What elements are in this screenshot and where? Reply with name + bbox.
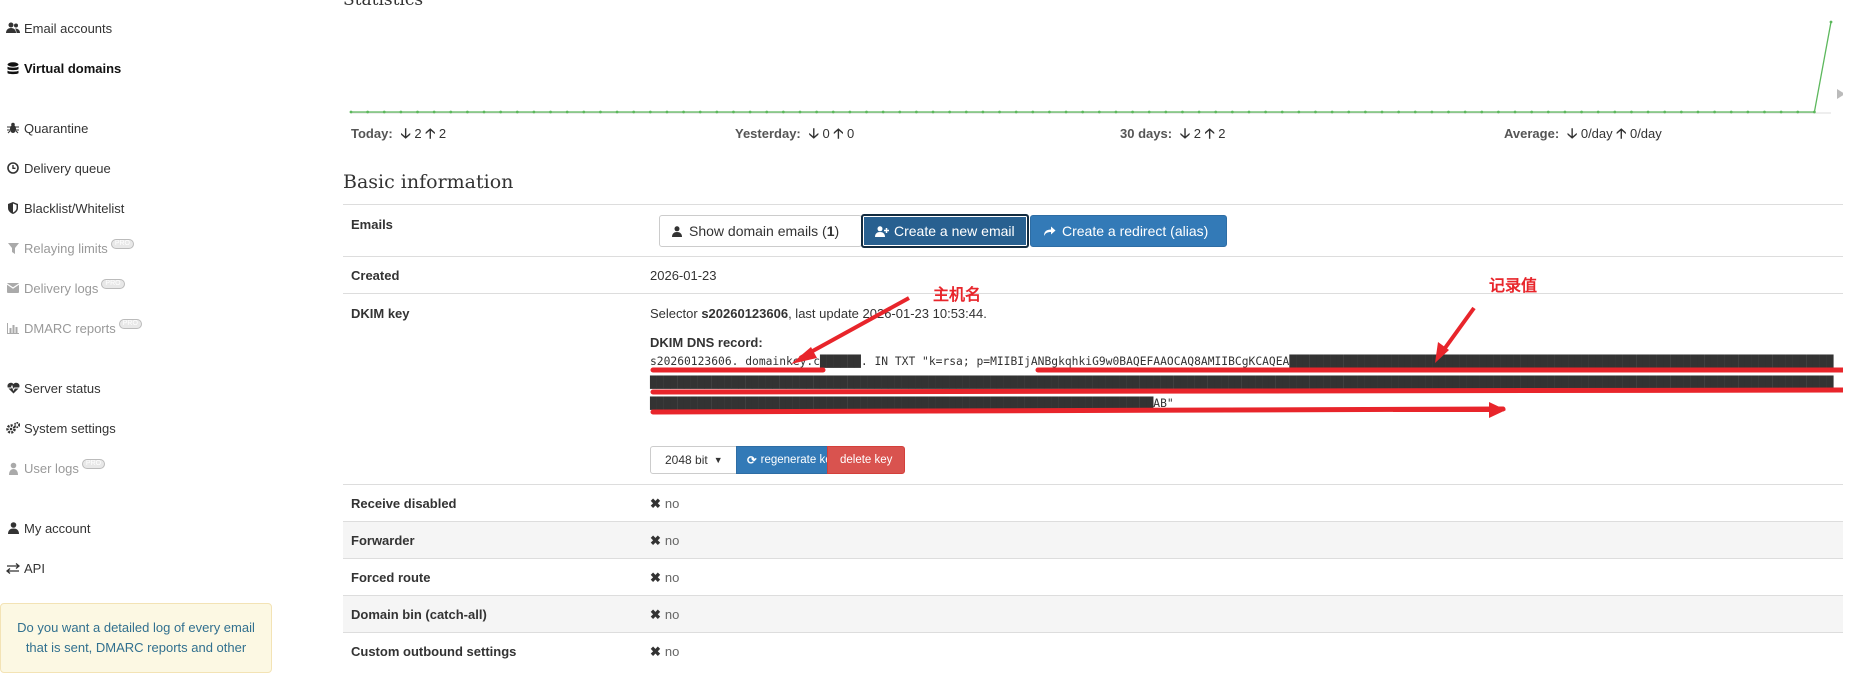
sidebar-item-quarantine[interactable]: Quarantine bbox=[6, 116, 88, 140]
pro-badge: PRO bbox=[110, 239, 134, 249]
bug-icon bbox=[6, 121, 20, 135]
sidebar-item-server-status[interactable]: Server status bbox=[6, 376, 101, 400]
annotation-record-value: 记录值 bbox=[1489, 276, 1538, 295]
user-icon bbox=[6, 521, 20, 535]
sidebar-item-label: Blacklist/Whitelist bbox=[24, 200, 125, 216]
sidebar-item-label: System settings bbox=[24, 420, 116, 436]
sidebar-item-label: API bbox=[24, 560, 45, 576]
sidebar-item-label: Delivery logs bbox=[24, 280, 99, 296]
sidebar-item-delivery-logs[interactable]: Delivery logs PRO bbox=[6, 276, 125, 300]
sidebar-item-email-accounts[interactable]: Email accounts bbox=[6, 16, 112, 40]
bar-chart-icon bbox=[6, 321, 20, 335]
envelope-icon bbox=[6, 281, 20, 295]
sidebar-item-api[interactable]: API bbox=[6, 556, 45, 580]
main-content: Statistics Today: 🡣 2 🡡 2 Yesterday: 🡣 0 🡡… bbox=[343, 0, 1843, 659]
annotation-overlay bbox=[650, 296, 1843, 418]
users-icon bbox=[6, 21, 20, 35]
sidebar-item-label: User logs bbox=[24, 460, 79, 476]
pro-promo-box: Do you want a detailed log of every emai… bbox=[0, 603, 272, 673]
sidebar-item-label: Email accounts bbox=[24, 20, 113, 36]
clock-icon bbox=[6, 161, 20, 175]
sidebar-item-label: My account bbox=[24, 520, 91, 536]
annotation-arrows bbox=[791, 296, 1506, 418]
heartbeat-icon bbox=[6, 381, 20, 395]
promo-line-1: Do you want a detailed log of every emai… bbox=[17, 620, 255, 635]
sidebar-item-label: Delivery queue bbox=[24, 160, 111, 176]
pro-badge: PRO bbox=[118, 319, 142, 329]
pro-badge: PRO bbox=[101, 279, 125, 289]
sidebar-item-system-settings[interactable]: System settings bbox=[6, 416, 116, 440]
sidebar-item-dmarc-reports[interactable]: DMARC reports PRO bbox=[6, 316, 142, 340]
cogs-icon bbox=[6, 421, 20, 435]
sidebar-item-label: DMARC reports bbox=[24, 320, 116, 336]
sidebar-item-blacklist-whitelist[interactable]: Blacklist/Whitelist bbox=[6, 196, 124, 220]
sidebar-item-relaying-limits[interactable]: Relaying limits PRO bbox=[6, 236, 134, 260]
sidebar-item-delivery-queue[interactable]: Delivery queue bbox=[6, 156, 111, 180]
sidebar-item-label: Quarantine bbox=[24, 120, 89, 136]
exchange-icon bbox=[6, 561, 20, 575]
sidebar-item-virtual-domains[interactable]: Virtual domains bbox=[6, 56, 121, 80]
user-secret-icon bbox=[6, 461, 20, 475]
redaction-strokes bbox=[650, 367, 1843, 415]
sidebar-item-label: Virtual domains bbox=[24, 60, 122, 76]
sidebar-item-label: Relaying limits bbox=[24, 240, 108, 256]
sidebar-item-label: Server status bbox=[24, 380, 101, 396]
shield-icon bbox=[6, 201, 20, 215]
filter-icon bbox=[6, 241, 20, 255]
pro-badge: PRO bbox=[81, 459, 106, 469]
sidebar: Email accounts Virtual domains Quarantin… bbox=[0, 0, 272, 673]
annotation-hostname: 主机名 bbox=[933, 285, 982, 304]
sidebar-item-user-logs[interactable]: User logs PRO bbox=[6, 456, 106, 480]
database-icon bbox=[6, 61, 20, 75]
sidebar-item-my-account[interactable]: My account bbox=[6, 516, 90, 540]
promo-line-2: that is sent, DMARC reports and other bbox=[25, 640, 247, 655]
